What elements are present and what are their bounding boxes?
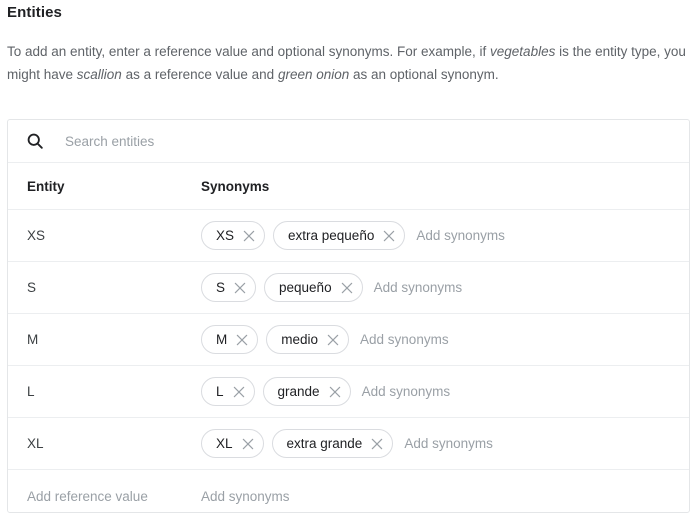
description-emphasis: green onion xyxy=(277,67,350,82)
table-header-row: Entity Synonyms xyxy=(8,163,689,210)
synonym-chip[interactable]: M xyxy=(201,325,259,354)
synonym-chip[interactable]: pequeño xyxy=(264,273,363,302)
description-text: as an optional synonym. xyxy=(349,67,499,82)
add-synonyms-input[interactable]: Add synonyms xyxy=(362,384,451,399)
chip-remove-icon[interactable] xyxy=(374,229,396,243)
synonym-chip-label: S xyxy=(216,279,226,295)
table-body: XS XS extra pequeño Add synonyms S Spequeño Ad… xyxy=(8,210,689,512)
chip-remove-icon[interactable] xyxy=(318,333,340,347)
chip-remove-icon[interactable] xyxy=(320,385,342,399)
add-row-synonyms-cell[interactable]: Add synonyms xyxy=(201,489,689,504)
chip-remove-icon[interactable] xyxy=(227,333,249,347)
entity-value[interactable]: M xyxy=(8,332,201,347)
table-row[interactable]: L Lgrande Add synonyms xyxy=(8,366,689,418)
synonym-chip-label: extra pequeño xyxy=(288,227,375,243)
table-row[interactable]: XS XS extra pequeño Add synonyms xyxy=(8,210,689,262)
synonyms-cell[interactable]: Lgrande Add synonyms xyxy=(201,377,689,406)
add-entity-row[interactable]: Add reference value Add synonyms xyxy=(8,470,689,512)
synonym-chip-label: L xyxy=(216,383,224,399)
synonym-chip-label: M xyxy=(216,331,228,347)
description-text: To add an entity, enter a reference valu… xyxy=(7,44,491,59)
add-synonyms-input[interactable]: Add synonyms xyxy=(360,332,449,347)
synonym-chip[interactable]: extra pequeño xyxy=(273,221,406,250)
chip-remove-icon[interactable] xyxy=(332,281,354,295)
chip-remove-icon[interactable] xyxy=(233,437,255,451)
chip-remove-icon[interactable] xyxy=(234,229,256,243)
synonym-chip[interactable]: grande xyxy=(262,377,351,406)
synonym-chip[interactable]: L xyxy=(201,377,255,406)
description-emphasis: scallion xyxy=(76,67,122,82)
entity-value[interactable]: XL xyxy=(8,436,201,451)
search-input[interactable] xyxy=(65,133,585,149)
add-synonyms-input[interactable]: Add synonyms xyxy=(416,228,505,243)
description-text: as a reference value and xyxy=(121,67,278,82)
synonyms-cell[interactable]: Spequeño Add synonyms xyxy=(201,273,689,302)
page-title: Entities xyxy=(7,4,62,21)
entity-value[interactable]: L xyxy=(8,384,201,399)
chip-remove-icon[interactable] xyxy=(224,385,246,399)
search-icon xyxy=(25,131,45,151)
synonym-chip[interactable]: XL xyxy=(201,429,264,458)
table-row[interactable]: XL XL extra grande Add synonyms xyxy=(8,418,689,470)
search-bar[interactable] xyxy=(8,120,689,163)
synonym-chip[interactable]: medio xyxy=(266,325,350,354)
synonym-chip[interactable]: XS xyxy=(201,221,266,250)
entities-card: Entity Synonyms XS XS extra pequeño Add syn… xyxy=(7,119,690,513)
synonyms-cell[interactable]: Mmedio Add synonyms xyxy=(201,325,689,354)
synonym-chip-label: XL xyxy=(216,435,233,451)
chip-remove-icon[interactable] xyxy=(362,437,384,451)
synonym-chip-label: pequeño xyxy=(279,279,332,295)
table-row[interactable]: S Spequeño Add synonyms xyxy=(8,262,689,314)
add-synonyms-input[interactable]: Add synonyms xyxy=(201,489,290,504)
page-description: To add an entity, enter a reference valu… xyxy=(7,40,691,86)
entities-page: Entities To add an entity, enter a refer… xyxy=(0,0,696,521)
synonyms-cell[interactable]: XL extra grande Add synonyms xyxy=(201,429,689,458)
description-emphasis: vegetables xyxy=(490,44,556,59)
synonym-chip-label: XS xyxy=(216,227,235,243)
entity-value[interactable]: XS xyxy=(8,228,201,243)
synonym-chip-label: medio xyxy=(281,331,319,347)
column-header-entity: Entity xyxy=(27,178,65,194)
add-synonyms-input[interactable]: Add synonyms xyxy=(404,436,493,451)
synonym-chip[interactable]: S xyxy=(201,273,257,302)
table-row[interactable]: M Mmedio Add synonyms xyxy=(8,314,689,366)
entity-value[interactable]: S xyxy=(8,280,201,295)
chip-remove-icon[interactable] xyxy=(225,281,247,295)
synonyms-cell[interactable]: XS extra pequeño Add synonyms xyxy=(201,221,689,250)
add-synonyms-input[interactable]: Add synonyms xyxy=(374,280,463,295)
add-reference-value-input[interactable]: Add reference value xyxy=(8,489,201,504)
synonym-chip-label: grande xyxy=(277,383,320,399)
synonym-chip[interactable]: extra grande xyxy=(271,429,394,458)
column-header-synonyms: Synonyms xyxy=(201,178,270,194)
synonym-chip-label: extra grande xyxy=(286,435,363,451)
